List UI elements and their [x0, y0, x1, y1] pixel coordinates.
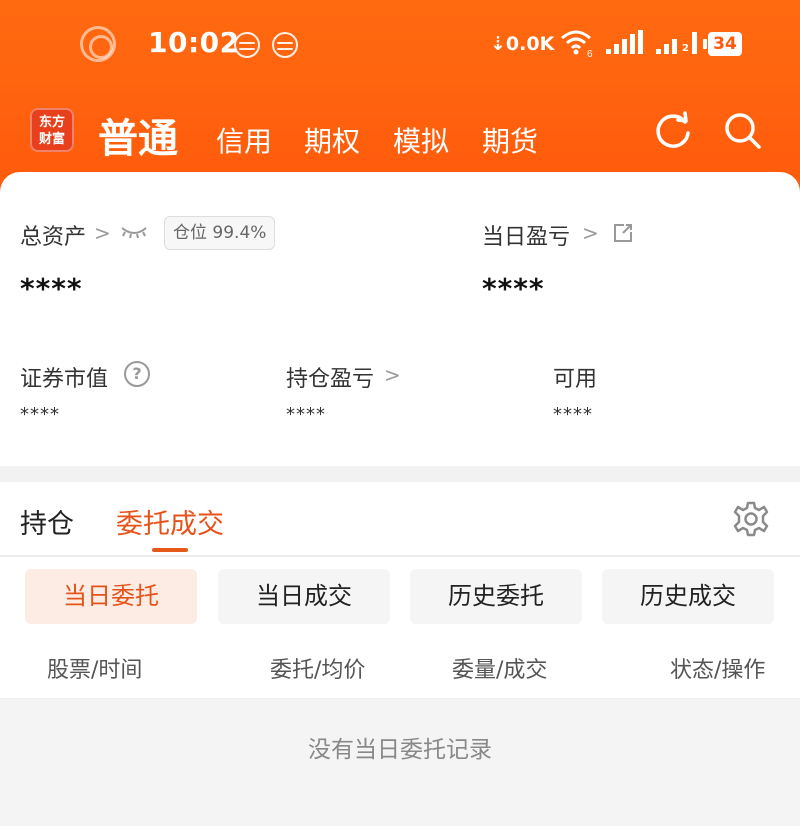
help-icon[interactable]: ?	[124, 361, 150, 387]
gear-icon[interactable]	[732, 500, 770, 538]
signal-sim1-icon	[606, 30, 643, 54]
battery-icon: 34	[703, 32, 742, 56]
account-tab-options[interactable]: 期权	[304, 120, 360, 160]
sim2-badge: 2	[682, 43, 689, 54]
signal-sim2-icon: 2	[656, 30, 697, 54]
total-assets-value: ****	[20, 272, 83, 305]
holding-pnl-value: ****	[286, 404, 326, 425]
chevron-right-icon[interactable]: >	[582, 221, 599, 245]
eye-closed-icon[interactable]	[120, 224, 148, 240]
network-speed-value: 0.0K	[505, 33, 555, 55]
position-ratio-badge: 仓位 99.4%	[164, 216, 276, 250]
account-tab-simulation[interactable]: 模拟	[393, 120, 449, 160]
carrier-icon	[234, 32, 260, 58]
active-tab-indicator	[152, 548, 188, 552]
market-value-value: ****	[20, 404, 60, 425]
available-label: 可用	[553, 367, 598, 392]
available-value: ****	[553, 404, 593, 425]
subtab-today-trades[interactable]: 当日成交	[218, 569, 390, 624]
tab-orders-trades[interactable]: 委托成交	[116, 502, 224, 541]
refresh-icon[interactable]	[652, 110, 694, 152]
column-header-status: 状态/操作	[670, 658, 766, 683]
wifi-badge: 6	[587, 49, 593, 58]
subtab-history-trades[interactable]: 历史成交	[602, 569, 774, 624]
status-time: 10:02	[148, 26, 240, 59]
holding-pnl-label[interactable]: 持仓盈亏	[286, 361, 374, 393]
chevron-right-icon[interactable]: >	[384, 363, 401, 387]
logo-text-line2: 财富	[38, 132, 65, 147]
daily-pnl-value: ****	[482, 272, 545, 305]
column-header-stock-time: 股票/时间	[47, 658, 143, 683]
subtab-history-orders[interactable]: 历史委托	[410, 569, 582, 624]
tab-holdings[interactable]: 持仓	[20, 502, 74, 541]
tabs-divider	[0, 555, 800, 557]
share-external-icon[interactable]	[612, 222, 634, 244]
app-logo: 东方 财富	[30, 108, 74, 152]
download-arrow-icon: ⇣	[490, 33, 506, 55]
account-tab-futures[interactable]: 期货	[482, 120, 538, 160]
wifi-icon: 6	[561, 30, 593, 58]
account-tab-credit[interactable]: 信用	[216, 120, 272, 160]
status-ring-icon	[80, 26, 116, 62]
account-tab-normal[interactable]: 普通	[98, 106, 178, 164]
total-assets-label[interactable]: 总资产	[20, 219, 86, 251]
asset-summary-card	[0, 172, 800, 466]
carrier-icon	[272, 32, 298, 58]
daily-pnl-label[interactable]: 当日盈亏	[482, 219, 570, 251]
empty-message: 没有当日委托记录	[308, 737, 492, 763]
search-icon[interactable]	[722, 110, 764, 152]
chevron-right-icon[interactable]: >	[94, 221, 111, 245]
market-value-label: 证券市值	[20, 367, 109, 392]
logo-text-line1: 东方	[38, 115, 65, 130]
column-header-quantity: 委量/成交	[452, 658, 548, 683]
network-speed: ⇣0.0K	[490, 33, 554, 55]
status-bar: 10:02 ⇣0.0K 6 2 34	[0, 0, 800, 88]
subtab-today-orders[interactable]: 当日委托	[25, 569, 197, 624]
column-header-order-price: 委托/均价	[270, 658, 366, 683]
